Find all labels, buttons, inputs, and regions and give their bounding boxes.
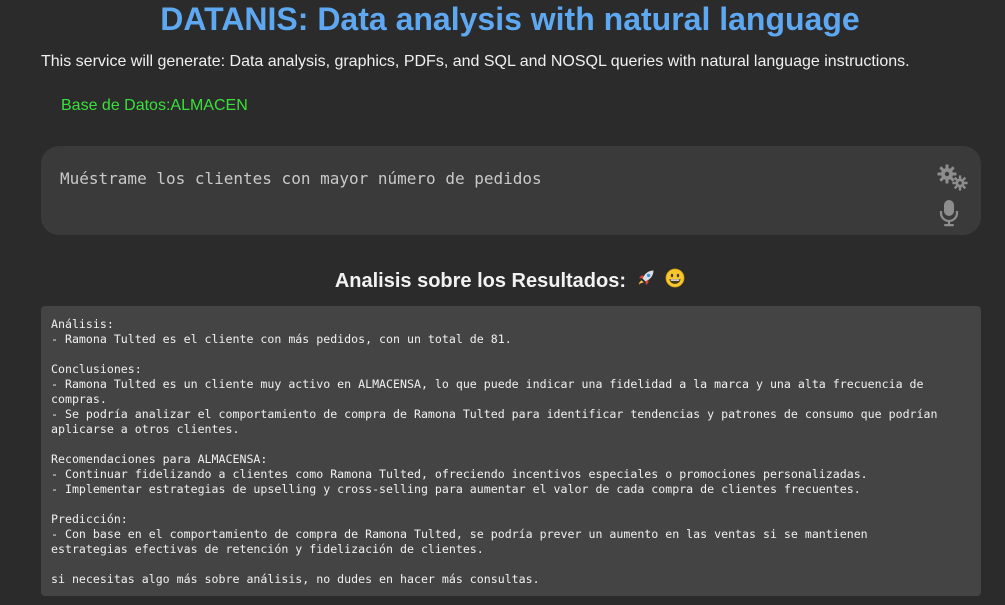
service-description: This service will generate: Data analysi… [41, 53, 910, 70]
results-line: si necesitas algo más sobre análisis, no… [51, 572, 540, 586]
microphone-icon[interactable] [938, 199, 960, 227]
results-line: - Implementar estrategias de upselling y… [51, 482, 861, 496]
results-line: - Se podría analizar el comportamiento d… [51, 407, 938, 421]
results-line: Predicción: [51, 512, 128, 526]
app-title: DATANIS: Data analysis with natural lang… [160, 1, 860, 37]
results-line: - Ramona Tulted es el cliente con más pe… [51, 332, 512, 346]
grinning-face-icon [665, 268, 685, 295]
results-line: - Ramona Tulted es un cliente muy activo… [51, 377, 924, 391]
results-line: aplicarse a otros clientes. [51, 422, 240, 436]
results-line: estrategias efectivas de retención y fid… [51, 542, 484, 556]
results-panel: Análisis: - Ramona Tulted es el cliente … [41, 306, 981, 596]
results-line: - Con base en el comportamiento de compr… [51, 527, 868, 541]
results-text: Análisis: - Ramona Tulted es el cliente … [51, 317, 971, 587]
rocket-icon [636, 268, 656, 295]
query-box [41, 146, 981, 235]
results-line: Recomendaciones para ALMACENSA: [51, 452, 268, 466]
results-line: Conclusiones: [51, 362, 142, 376]
query-input[interactable] [60, 166, 920, 190]
results-heading: Analisis sobre los Resultados: [0, 268, 1005, 295]
results-heading-text: Analisis sobre los Resultados: [334, 270, 627, 292]
settings-gears-icon[interactable] [936, 163, 972, 193]
results-line: Análisis: [51, 317, 114, 331]
database-label: Base de Datos:ALMACEN [61, 97, 248, 114]
results-line: - Continuar fidelizando a clientes como … [51, 467, 868, 481]
results-line: compras. [51, 392, 107, 406]
